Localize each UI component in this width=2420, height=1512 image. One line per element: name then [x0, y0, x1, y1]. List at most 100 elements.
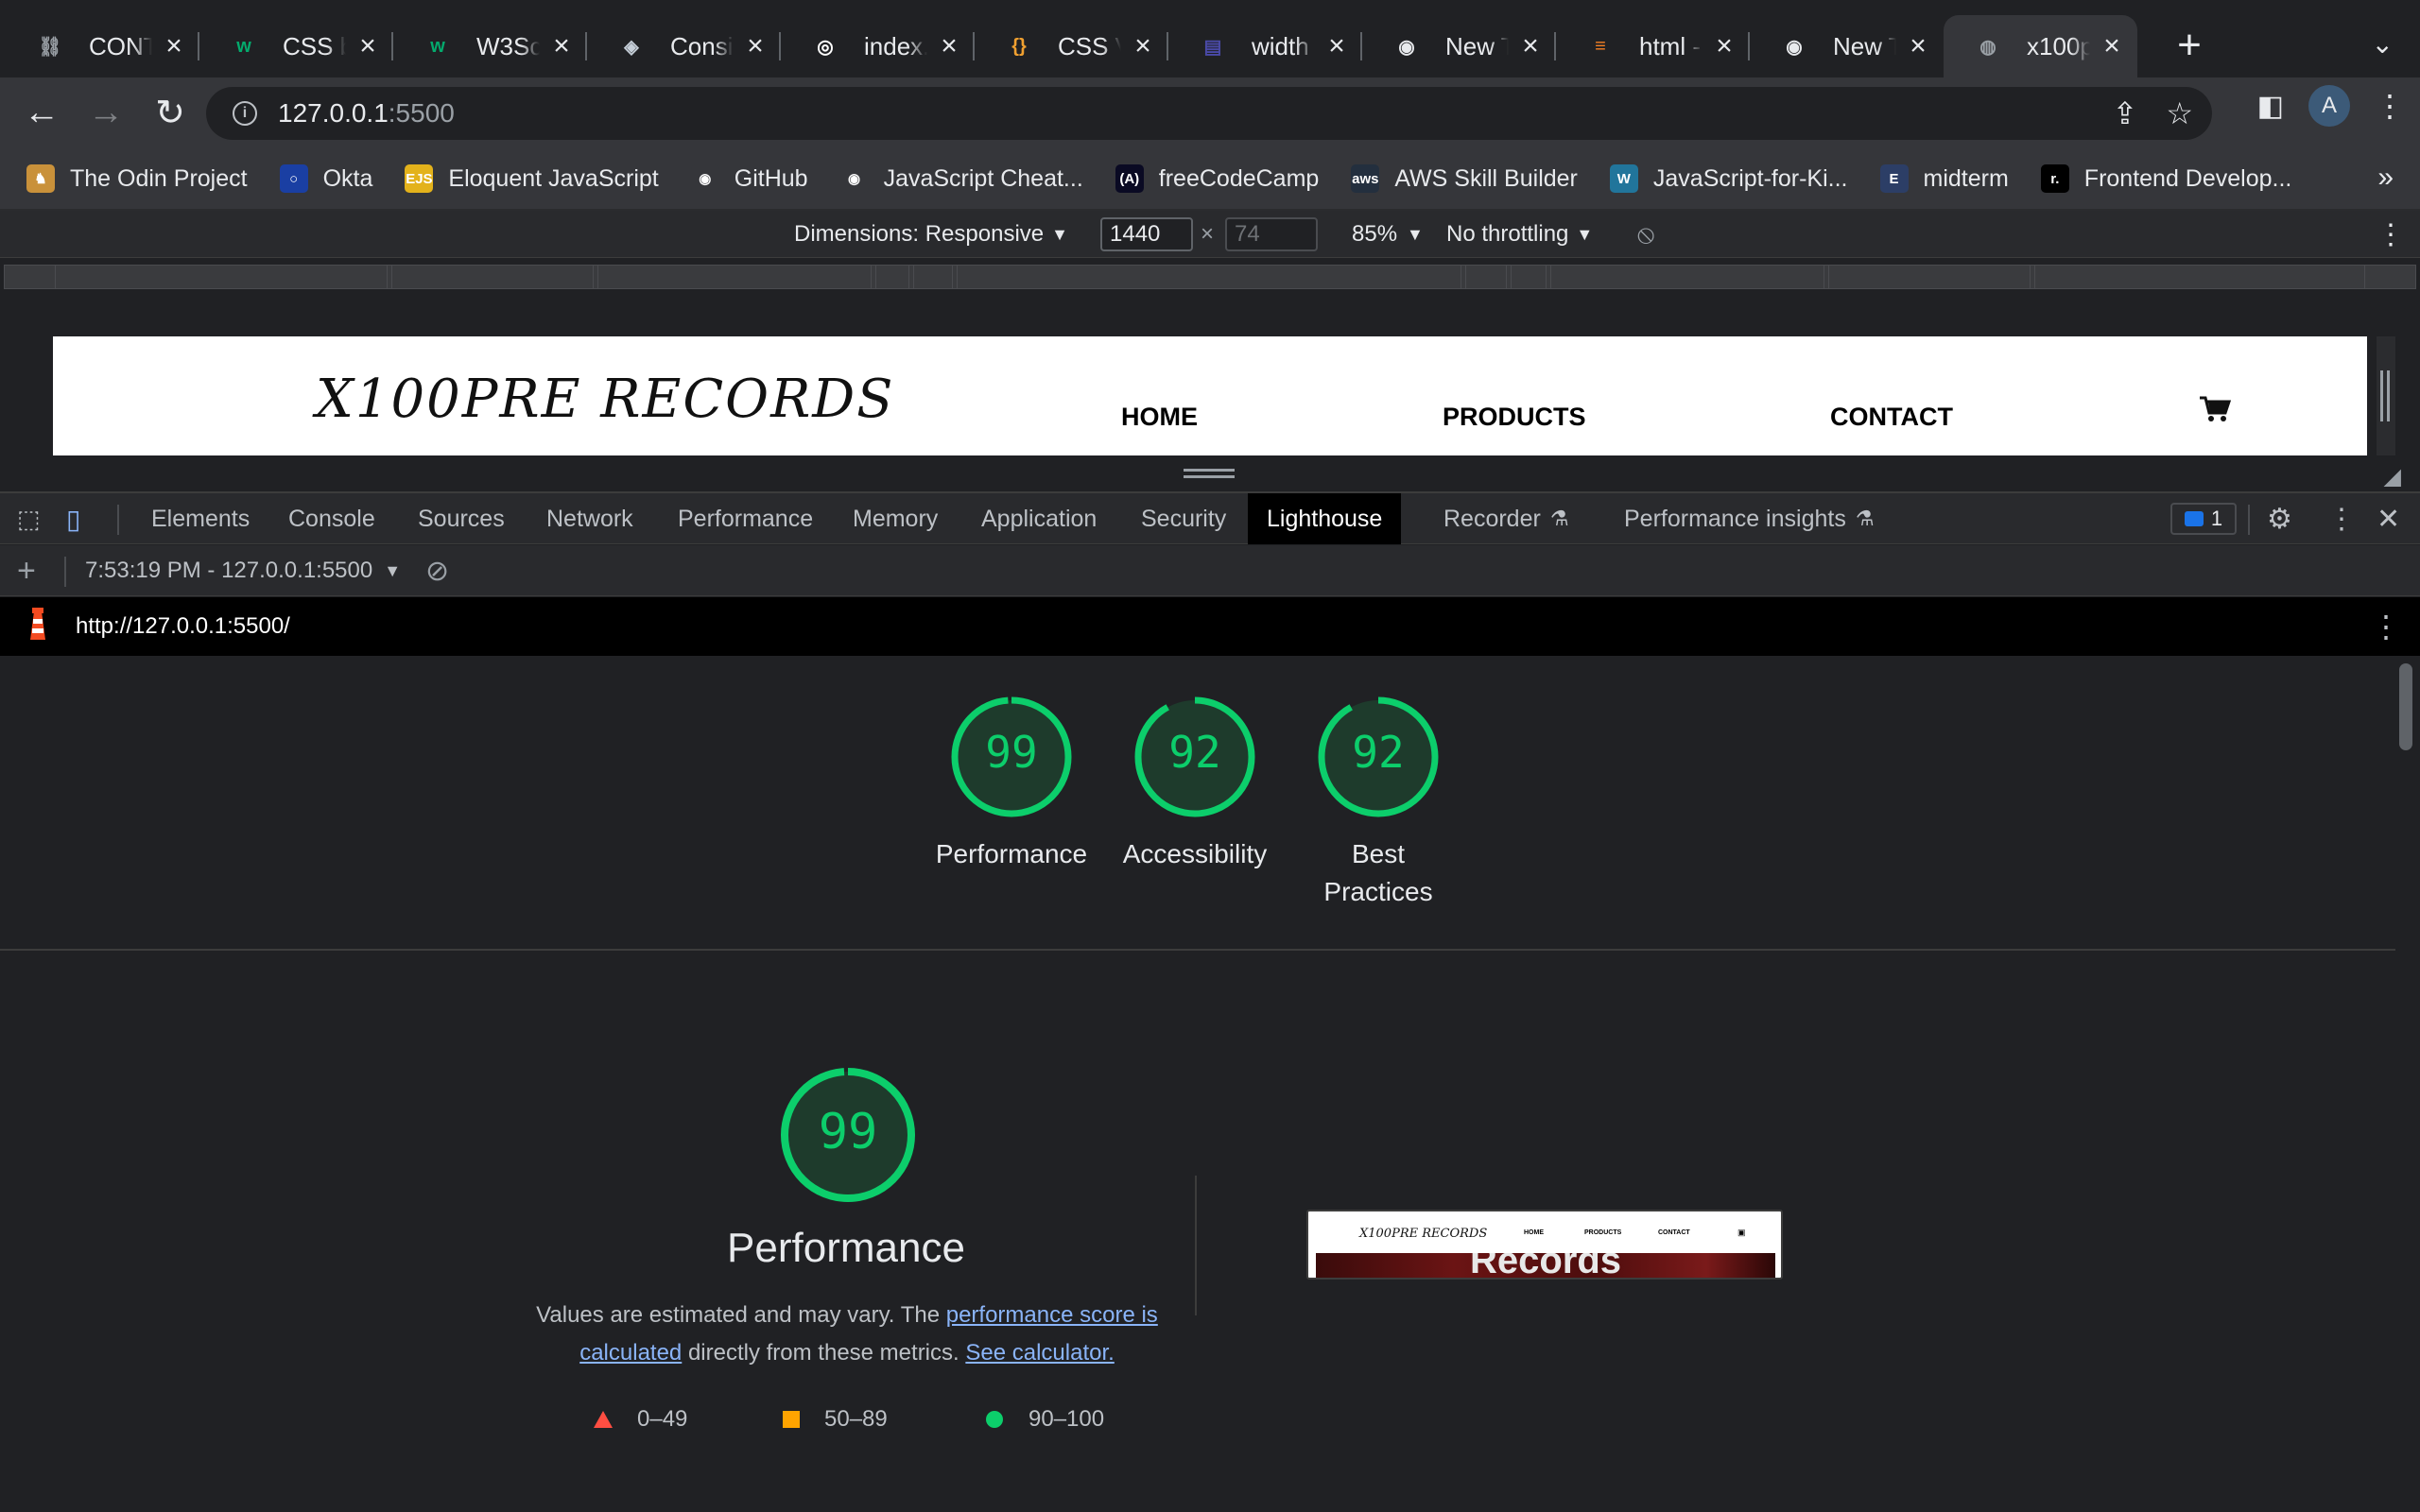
reload-icon[interactable]: ↻ — [140, 83, 200, 144]
close-tab-icon[interactable]: × — [160, 30, 188, 62]
media-query-range[interactable] — [1511, 265, 1547, 289]
media-query-range[interactable] — [1550, 265, 1824, 289]
browser-tab[interactable]: ◉New Ta× — [1750, 15, 1944, 77]
see-calculator-link[interactable]: See calculator. — [965, 1340, 1114, 1366]
devtools-tab-elements[interactable]: Elements — [151, 493, 250, 544]
issues-badge[interactable]: 1 — [2170, 503, 2237, 535]
inspect-element-icon[interactable]: ⬚ — [17, 493, 41, 544]
new-report-plus-icon[interactable]: + — [17, 553, 36, 590]
settings-gear-icon[interactable]: ⚙ — [2267, 493, 2292, 544]
site-logo[interactable]: X100PRE RECORDS — [316, 369, 895, 430]
bookmarks-overflow-chevron-icon[interactable]: » — [2377, 162, 2394, 194]
zoom-dropdown[interactable]: 85% ▼ — [1352, 211, 1424, 258]
nav-contact[interactable]: CONTACT — [1830, 403, 1953, 432]
bookmark-item[interactable]: ○ Okta — [279, 164, 372, 193]
media-query-range[interactable] — [1465, 265, 1507, 289]
browser-tab[interactable]: {} CSS Va × — [975, 15, 1168, 77]
profile-avatar[interactable]: A — [2308, 85, 2350, 127]
devtools-tab-network[interactable]: Network — [546, 493, 633, 544]
devtools-tab-recorder[interactable]: Recorder ⚗ — [1443, 493, 1569, 544]
clear-reports-icon[interactable]: ⊘ — [425, 555, 449, 588]
media-query-bar[interactable] — [0, 259, 2420, 295]
bookmark-item[interactable]: aws AWS Skill Builder — [1351, 164, 1578, 193]
height-field[interactable]: 74 — [1225, 217, 1318, 251]
bookmark-item[interactable]: Emidterm — [1879, 164, 2009, 193]
report-menu-kebab-icon[interactable]: ⋮ — [2371, 609, 2401, 644]
report-scrollbar[interactable] — [2395, 656, 2420, 1512]
close-tab-icon[interactable]: × — [1129, 30, 1157, 62]
browser-tab[interactable]: ≡ html - × — [1556, 15, 1750, 77]
browser-tab[interactable]: ◈ Consid× — [587, 15, 781, 77]
browser-tab[interactable]: ◎ index.h × — [781, 15, 975, 77]
resize-width-handle[interactable] — [2380, 370, 2390, 421]
media-query-range[interactable] — [1828, 265, 2031, 289]
browser-tab[interactable]: ◉New Ta× — [1362, 15, 1556, 77]
forward-arrow-icon[interactable]: → — [76, 83, 136, 144]
media-query-range[interactable] — [2034, 265, 2365, 289]
devtools-tab-performance-insights[interactable]: Performance insights ⚗ — [1624, 493, 1875, 544]
gauge-performance[interactable]: 99 — [949, 695, 1074, 819]
devtools-tab-sources[interactable]: Sources — [418, 493, 505, 544]
devtools-tab-performance[interactable]: Performance — [678, 493, 813, 544]
bookmark-item[interactable]: ◉ JavaScript Cheat... — [839, 164, 1083, 193]
resize-corner-icon[interactable]: ◢ — [2384, 463, 2401, 490]
close-tab-icon[interactable]: × — [354, 30, 382, 62]
device-toggle-icon[interactable]: ▯ — [66, 493, 80, 544]
bookmark-item[interactable]: EJS Eloquent JavaScript — [405, 164, 659, 193]
report-url[interactable]: http://127.0.0.1:5500/ — [76, 613, 290, 640]
rotate-icon[interactable]: ⦸ — [1637, 211, 1654, 258]
nav-home[interactable]: HOME — [1121, 403, 1198, 432]
browser-tab[interactable]: w CSS bo × — [199, 15, 393, 77]
final-screenshot-thumbnail[interactable]: X100PRE RECORDS HOME PRODUCTS CONTACT ▣ … — [1306, 1210, 1783, 1280]
close-tab-icon[interactable]: × — [1516, 30, 1545, 62]
tab-search-chevron-icon[interactable]: ⌄ — [2372, 28, 2394, 60]
close-tab-icon[interactable]: × — [935, 30, 963, 62]
bookmark-star-icon[interactable]: ☆ — [2166, 95, 2193, 131]
bookmark-item[interactable]: (A) freeCodeCamp — [1115, 164, 1319, 193]
close-tab-icon[interactable]: × — [741, 30, 769, 62]
width-field[interactable]: 1440 — [1100, 217, 1193, 251]
devtools-tab-memory[interactable]: Memory — [853, 493, 938, 544]
address-bar[interactable]: i 127.0.0.1:5500 ⇪ ☆ — [206, 87, 2212, 140]
device-menu-kebab-icon[interactable]: ⋮ — [2377, 211, 2405, 258]
throttling-dropdown[interactable]: No throttling ▼ — [1446, 211, 1593, 258]
media-query-range[interactable] — [55, 265, 388, 289]
resize-height-handle[interactable] — [1184, 469, 1235, 478]
gauge-accessibility[interactable]: 92 — [1132, 695, 1257, 819]
report-selector[interactable]: 7:53:19 PM - 127.0.0.1:5500 ▼ — [85, 545, 401, 596]
browser-tab[interactable]: w W3Sch× — [393, 15, 587, 77]
bookmark-item[interactable]: ◉ GitHub — [690, 164, 808, 193]
report-scrollbar-thumb[interactable] — [2399, 663, 2412, 750]
devtools-tab-security[interactable]: Security — [1141, 493, 1226, 544]
close-tab-icon[interactable]: × — [1710, 30, 1738, 62]
browser-menu-kebab-icon[interactable]: ⋮ — [2375, 88, 2405, 124]
media-query-range[interactable] — [957, 265, 1461, 289]
nav-products[interactable]: PRODUCTS — [1443, 403, 1586, 432]
close-tab-icon[interactable]: × — [2098, 30, 2126, 62]
close-tab-icon[interactable]: × — [547, 30, 576, 62]
site-info-icon[interactable]: i — [233, 101, 257, 126]
dimensions-dropdown[interactable]: Dimensions: Responsive ▼ — [794, 211, 1068, 258]
bookmark-item[interactable]: W JavaScript-for-Ki... — [1609, 164, 1848, 193]
close-devtools-icon[interactable]: ✕ — [2377, 493, 2400, 544]
browser-tab[interactable]: ◍ x100pr × — [1944, 15, 2137, 77]
cart-icon[interactable] — [2199, 395, 2232, 428]
back-arrow-icon[interactable]: ← — [11, 83, 72, 144]
close-tab-icon[interactable]: × — [1904, 30, 1932, 62]
media-query-range[interactable] — [597, 265, 872, 289]
devtools-tab-lighthouse[interactable]: Lighthouse — [1248, 493, 1402, 544]
bookmark-item[interactable]: ♞ The Odin Project — [26, 164, 248, 193]
devtools-tab-console[interactable]: Console — [288, 493, 375, 544]
share-icon[interactable]: ⇪ — [2113, 95, 2138, 131]
close-tab-icon[interactable]: × — [1322, 30, 1351, 62]
new-tab-button[interactable]: + — [2156, 22, 2222, 69]
gauge-best-practices[interactable]: 92 — [1316, 695, 1441, 819]
browser-tab[interactable]: ⛓ CONTA × — [6, 15, 199, 77]
side-panel-icon[interactable]: ◧ — [2257, 90, 2284, 123]
bookmark-item[interactable]: r. Frontend Develop... — [2040, 164, 2291, 193]
browser-tab[interactable]: ▤ width a× — [1168, 15, 1362, 77]
media-query-range[interactable] — [391, 265, 594, 289]
media-query-range[interactable] — [913, 265, 953, 289]
devtools-tab-application[interactable]: Application — [981, 493, 1097, 544]
devtools-menu-kebab-icon[interactable]: ⋮ — [2327, 493, 2356, 544]
